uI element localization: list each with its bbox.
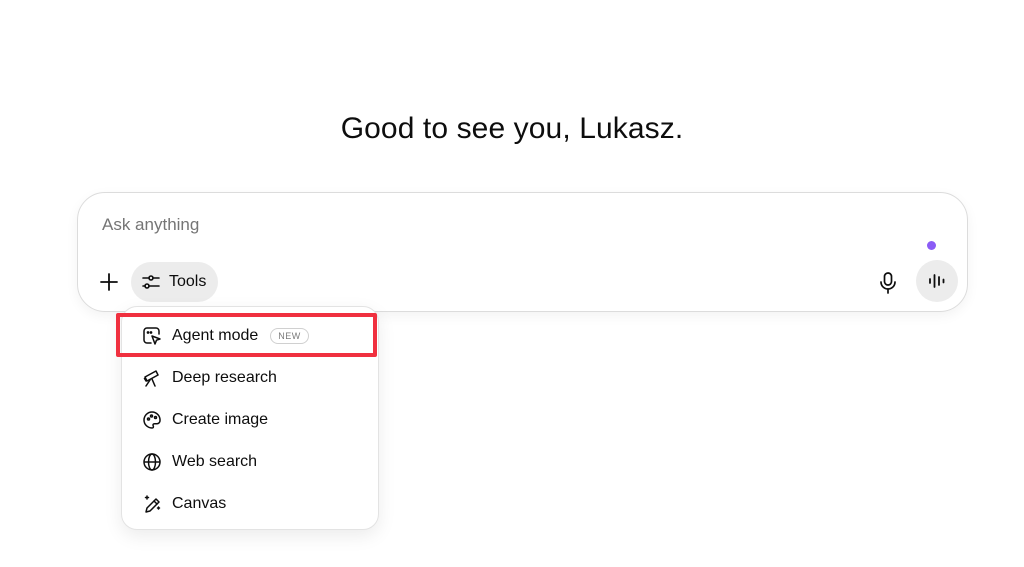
menu-item-canvas[interactable]: Canvas xyxy=(122,483,378,525)
menu-item-label: Deep research xyxy=(172,369,277,386)
tools-menu: Agent mode NEW Deep research Create imag… xyxy=(121,306,379,530)
greeting-heading: Good to see you, Lukasz. xyxy=(340,112,684,145)
dictate-button[interactable] xyxy=(877,271,899,295)
menu-item-web-search[interactable]: Web search xyxy=(122,441,378,483)
new-badge: NEW xyxy=(270,328,309,344)
sliders-icon xyxy=(142,275,160,289)
voice-mode-button[interactable] xyxy=(916,260,958,302)
telescope-icon xyxy=(142,368,162,388)
waveform-icon xyxy=(929,274,945,288)
menu-item-label: Agent mode xyxy=(172,327,259,344)
magic-pen-icon xyxy=(142,494,162,514)
prompt-input[interactable] xyxy=(102,215,702,235)
tools-button[interactable]: Tools xyxy=(131,262,219,302)
menu-item-label: Create image xyxy=(172,411,269,428)
menu-item-label: Web search xyxy=(172,453,258,470)
menu-item-label: Canvas xyxy=(172,495,227,512)
tools-label: Tools xyxy=(169,273,207,290)
add-attachment-button[interactable] xyxy=(98,271,120,293)
menu-item-create-image[interactable]: Create image xyxy=(122,399,378,441)
chat-composer: Tools xyxy=(77,192,968,312)
globe-icon xyxy=(142,452,162,472)
microphone-icon xyxy=(880,272,896,294)
menu-item-agent-mode[interactable]: Agent mode NEW xyxy=(122,315,378,357)
status-dot xyxy=(927,241,936,250)
palette-icon xyxy=(142,410,162,430)
agent-cursor-icon xyxy=(142,326,162,346)
plus-icon xyxy=(100,273,118,291)
menu-item-deep-research[interactable]: Deep research xyxy=(122,357,378,399)
